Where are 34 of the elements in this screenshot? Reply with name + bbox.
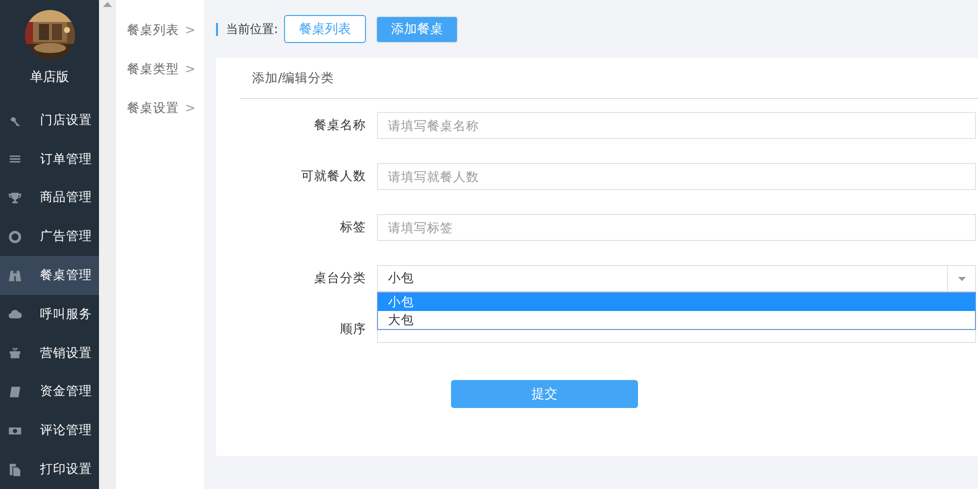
form-title: 添加/编辑分类 [240,58,978,99]
input-field[interactable]: 请填写就餐人数 [377,163,976,190]
submenu-item[interactable]: 餐桌类型 > [116,61,204,100]
nav-item[interactable]: 门店设置 [0,101,99,140]
nav-item[interactable]: 营销设置 [0,334,99,373]
field-label: 顺序 [339,321,366,338]
nav-item[interactable]: 评论管理 [0,411,99,450]
cloud-icon [8,307,22,322]
breadcrumb-label: 当前位置: [226,20,278,38]
nav-item[interactable]: 打印设置 [0,450,99,489]
select-field[interactable]: 小包 [377,265,976,292]
dropdown-option[interactable]: 大包 [378,311,975,329]
submenu-item[interactable]: 餐桌设置 > [116,100,204,139]
field-label: 餐桌名称 [313,117,366,134]
nav-item[interactable]: 资金管理 [0,372,99,412]
field-label: 标签 [339,219,366,236]
nav-item[interactable]: 呼叫服务 [0,294,99,334]
nav-item[interactable]: 商品管理 [0,178,99,218]
nav-item[interactable]: 广告管理 [0,217,99,256]
lifebuoy-icon [8,230,22,244]
scroll-up-icon[interactable] [103,2,112,7]
trophy-icon [8,190,22,205]
field-label: 可就餐人数 [300,168,366,185]
binoculars-icon [8,268,22,283]
nav-item[interactable]: 订单管理 [0,140,99,179]
edition-label: 单店版 [30,69,69,86]
input-field[interactable]: 请填写标签 [377,214,976,241]
nav-item[interactable]: 餐桌管理 [0,256,99,295]
submenu-item[interactable]: 餐桌列表 > [116,22,204,61]
field-label: 桌台分类 [313,270,366,287]
input-field[interactable]: 请填写餐桌名称 [377,112,976,139]
copy-icon [8,462,22,477]
caret-icon [958,276,966,280]
gift-icon [8,346,22,360]
